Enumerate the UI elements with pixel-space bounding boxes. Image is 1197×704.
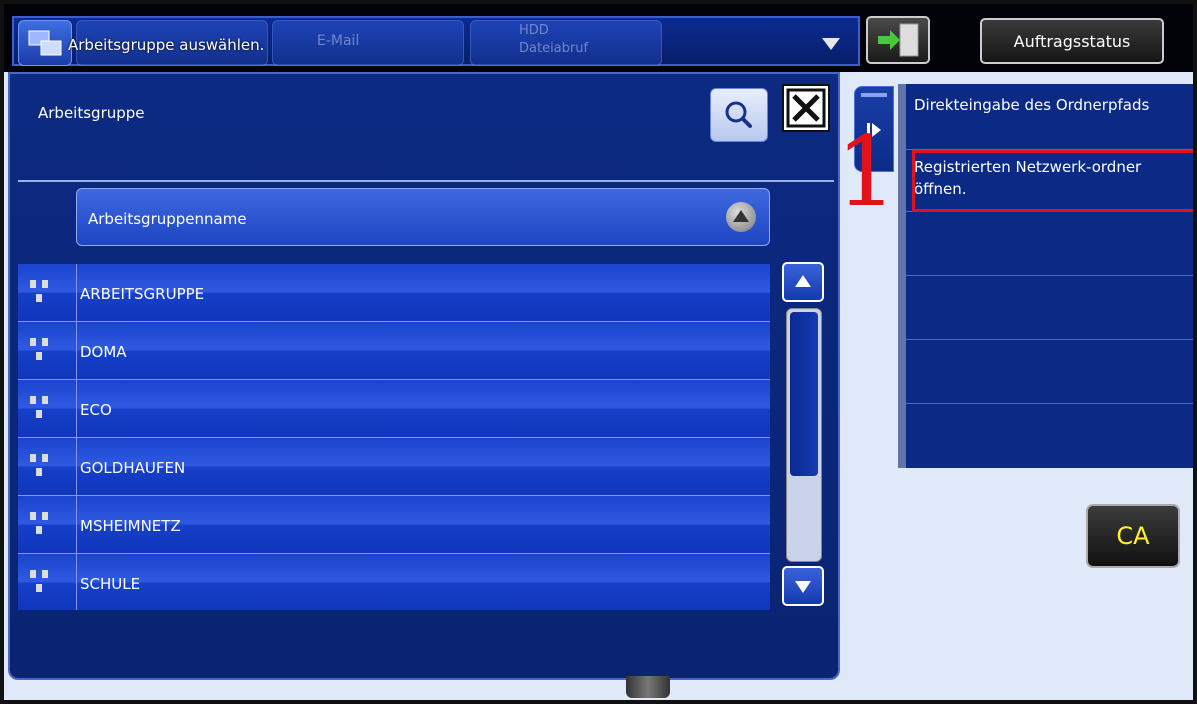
- workgroup-icon: [18, 380, 77, 437]
- list-item[interactable]: GOLDHAUFEN: [18, 438, 770, 496]
- chevron-down-icon[interactable]: [822, 38, 840, 50]
- workgroup-name: ARBEITSGRUPPE: [80, 285, 205, 303]
- scrollbar-thumb[interactable]: [790, 312, 818, 476]
- tab-hdd-label-line1: HDD: [519, 23, 549, 38]
- workgroup-icon: [18, 322, 77, 379]
- close-button[interactable]: [782, 84, 830, 132]
- tab-email-label: E-Mail: [317, 33, 360, 49]
- tab-hdd-ghost[interactable]: HDD Dateiabruf: [470, 20, 662, 66]
- search-icon: [725, 101, 752, 128]
- page-title: Arbeitsgruppe auswählen.: [68, 36, 265, 54]
- step-number-annotation: 1: [836, 116, 898, 228]
- scroll-up-button[interactable]: [782, 262, 824, 302]
- highlight-annotation: [912, 150, 1193, 212]
- sort-ascending-icon[interactable]: [726, 202, 756, 232]
- tab-email-ghost[interactable]: E-Mail: [272, 20, 464, 66]
- screen-frame: E-Mail HDD Dateiabruf Arbeitsgruppe ausw…: [0, 0, 1197, 704]
- search-button[interactable]: [710, 88, 768, 142]
- action-empty-slot: [906, 340, 1193, 404]
- action-empty-slot: [906, 276, 1193, 340]
- workgroup-icon: [18, 496, 77, 553]
- workgroup-list: ARBEITSGRUPPE DOMA ECO GOLDHAUFEN MSHEIM…: [18, 264, 770, 610]
- workgroup-name: GOLDHAUFEN: [80, 459, 186, 477]
- scroll-down-button[interactable]: [782, 566, 824, 606]
- workgroup-name: ECO: [80, 401, 112, 419]
- job-status-button[interactable]: Auftragsstatus: [980, 18, 1164, 64]
- workgroup-name: MSHEIMNETZ: [80, 517, 181, 535]
- list-item[interactable]: DOMA: [18, 322, 770, 380]
- workgroup-icon: [18, 438, 77, 495]
- column-header-label: Arbeitsgruppenname: [88, 210, 247, 228]
- workgroup-icon: [18, 554, 77, 610]
- list-item[interactable]: SCHULE: [18, 554, 770, 610]
- action-empty-slot: [906, 404, 1193, 466]
- arrow-up-icon: [795, 275, 811, 287]
- arrow-down-icon: [795, 581, 811, 593]
- divider: [18, 180, 834, 182]
- dialog-title: Arbeitsgruppe: [38, 104, 145, 122]
- list-item[interactable]: MSHEIMNETZ: [18, 496, 770, 554]
- workgroup-name: DOMA: [80, 343, 127, 361]
- workgroup-icon: [18, 264, 77, 321]
- action-direct-path[interactable]: Direkteingabe des Ordnerpfads: [906, 88, 1193, 150]
- close-icon: [786, 88, 826, 128]
- network-folder-icon: [18, 20, 72, 66]
- dialog-handle: [626, 676, 670, 698]
- tab-hdd-label-line2: Dateiabruf: [519, 41, 589, 56]
- exit-button[interactable]: [866, 16, 930, 64]
- clear-all-button[interactable]: CA: [1086, 504, 1180, 568]
- exit-door-icon: [878, 23, 919, 57]
- list-item[interactable]: ARBEITSGRUPPE: [18, 264, 770, 322]
- list-item[interactable]: ECO: [18, 380, 770, 438]
- workgroup-name: SCHULE: [80, 575, 141, 593]
- action-empty-slot: [906, 212, 1193, 276]
